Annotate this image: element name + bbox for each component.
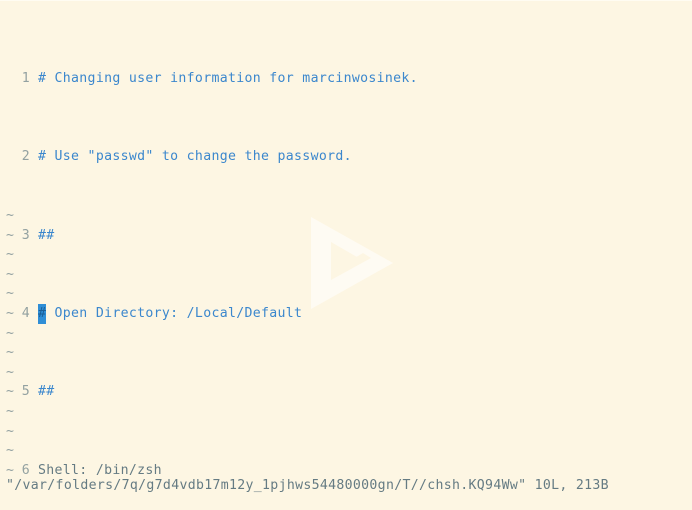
empty-line-marker: ~: [6, 423, 14, 439]
editor-line[interactable]: 1 # Changing user information for marcin…: [0, 69, 692, 89]
empty-line-marker: ~: [6, 208, 14, 223]
line-content: # Changing user information for marcinwo…: [38, 70, 418, 86]
empty-line-marker: ~: [6, 345, 14, 361]
status-line: "/var/folders/7q/g7d4vdb17m12y_1pjhws544…: [6, 478, 609, 494]
empty-line-marker: ~: [6, 364, 14, 380]
line-content: # Use "passwd" to change the password.: [38, 149, 352, 165]
empty-line-marker: ~: [6, 403, 14, 419]
empty-line-marker: ~: [6, 227, 14, 243]
empty-line-marker: ~: [6, 305, 14, 321]
line-number: 2: [21, 149, 30, 165]
editor-line[interactable]: 2 # Use "passwd" to change the password.: [0, 147, 692, 167]
terminal-window[interactable]: 1 # Changing user information for marcin…: [0, 0, 692, 510]
empty-line-marker: ~: [6, 443, 14, 459]
empty-line-marker: ~: [6, 247, 14, 263]
empty-line-marker: ~: [6, 286, 14, 302]
empty-line-marker: ~: [6, 325, 14, 341]
line-number: 1: [21, 70, 30, 86]
empty-line-marker: ~: [6, 384, 14, 400]
empty-line-marker: ~: [6, 266, 14, 282]
empty-line-markers: ~ ~ ~ ~ ~ ~ ~ ~ ~ ~ ~ ~ ~ ~: [0, 206, 692, 480]
